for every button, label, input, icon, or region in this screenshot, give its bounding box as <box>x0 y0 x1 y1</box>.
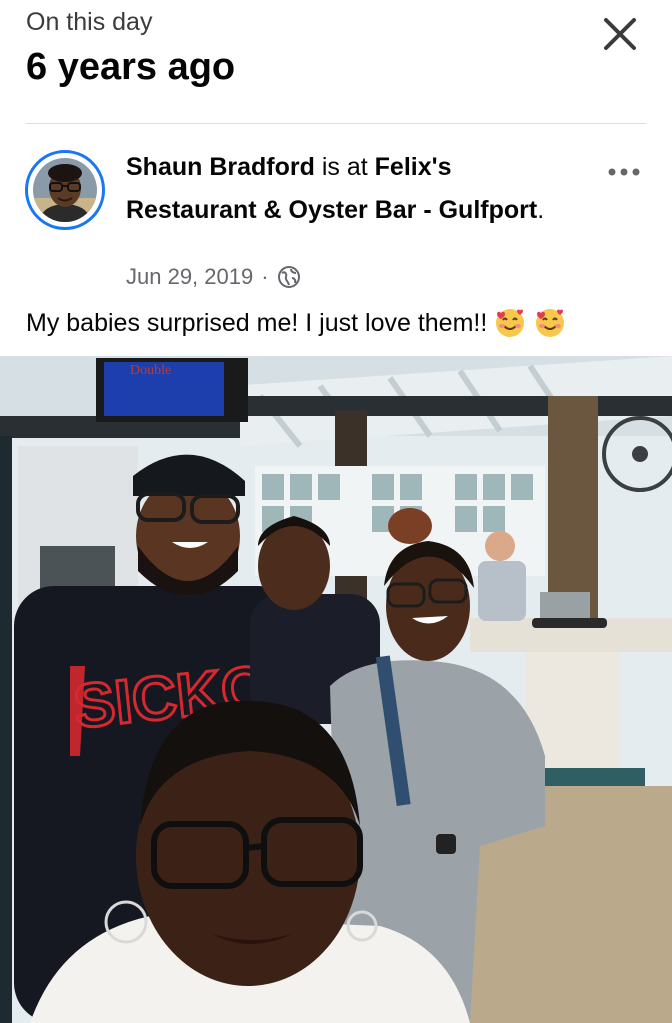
location-suffix: . <box>537 196 545 224</box>
meta-separator: · <box>261 264 269 289</box>
globe-icon <box>277 266 300 288</box>
tv-sign-text: Double <box>130 363 171 378</box>
smiling-face-with-hearts-icon <box>496 309 525 337</box>
memory-eyebrow: On this day <box>26 8 153 36</box>
memory-title: 6 years ago <box>26 46 236 88</box>
post-text: My babies surprised me! I just love them… <box>26 308 488 337</box>
avatar[interactable] <box>25 150 105 230</box>
post-header: Shaun Bradford is at Felix's Restaurant … <box>0 124 672 294</box>
post-date[interactable]: Jun 29, 2019 <box>126 264 253 290</box>
smiling-face-with-hearts-icon <box>536 309 565 337</box>
location-connector: is at <box>314 153 375 181</box>
more-horizontal-icon <box>608 168 640 176</box>
close-icon <box>604 18 636 50</box>
memory-header: On this day 6 years ago <box>0 0 672 124</box>
post-photo[interactable]: Double SICKO <box>0 356 672 1023</box>
author-name[interactable]: Shaun Bradford <box>126 153 315 181</box>
post-meta: Jun 29, 2019 · <box>126 264 301 290</box>
post-author-line: Shaun Bradford is at Felix's Restaurant … <box>126 146 546 232</box>
more-options-button[interactable] <box>604 162 644 182</box>
close-button[interactable] <box>596 12 644 60</box>
post-text-line: My babies surprised me! I just love them… <box>26 306 567 340</box>
avatar-photo <box>33 158 97 222</box>
